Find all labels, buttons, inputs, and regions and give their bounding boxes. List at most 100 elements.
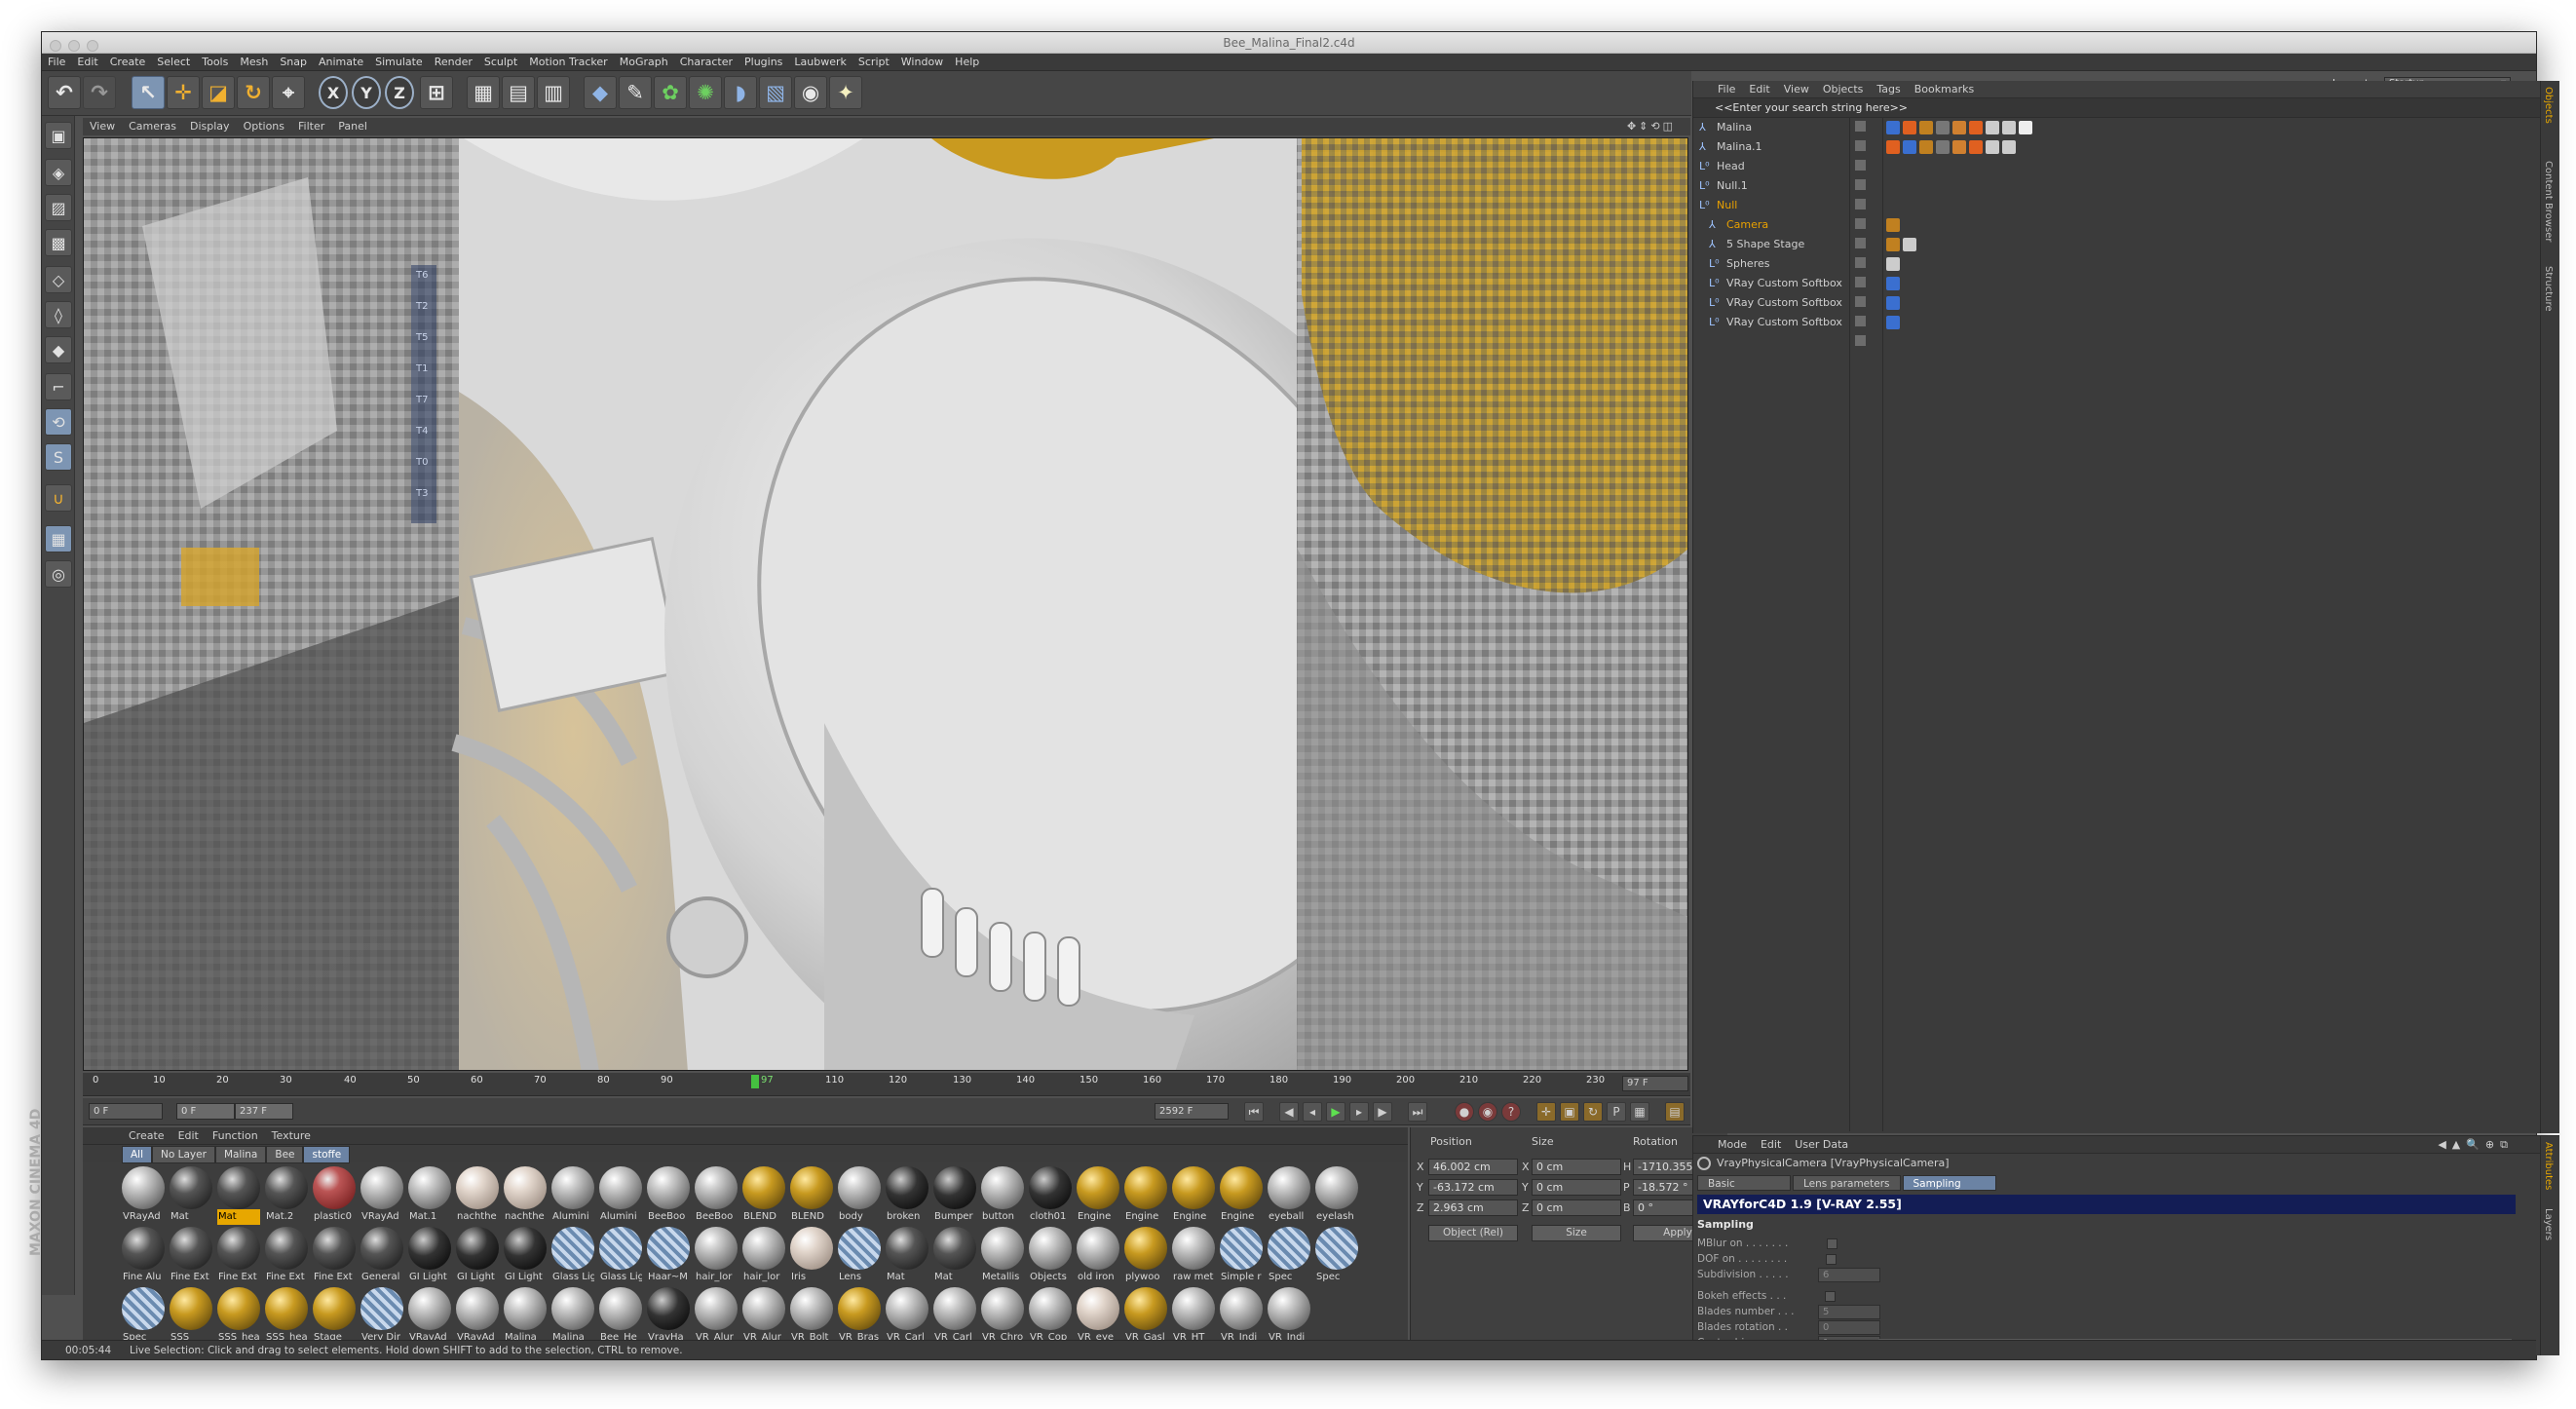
tag-icon[interactable] [1886,296,1900,310]
object-name[interactable]: Spheres [1726,254,1769,274]
object-search-input[interactable]: <<Enter your search string here>> [1693,98,2559,118]
material-swatch[interactable]: raw met [1172,1227,1215,1287]
param-value[interactable]: 6 [1818,1268,1880,1282]
next-key-icon[interactable]: ▶ [1373,1102,1392,1122]
filter-stoffe[interactable]: stoffe [303,1146,351,1163]
move-icon[interactable]: ✛ [167,76,200,109]
material-swatch[interactable]: Alumini [599,1166,642,1227]
material-swatch[interactable]: plywoo [1124,1227,1167,1287]
tab-content-browser[interactable]: Content Browser [2543,161,2554,242]
render-viewport[interactable]: T6 T2 T5 T1 T7 T4 T0 T3 [83,137,1688,1071]
coordinate-system-icon[interactable]: ⊞ [420,76,453,109]
material-swatch[interactable]: eyeball [1268,1166,1310,1227]
tag-icon[interactable] [1886,257,1900,271]
object-name[interactable]: Null [1717,196,1737,215]
material-swatch[interactable]: VR_Cop [1029,1287,1072,1348]
material-swatch[interactable]: SSS_hea [217,1287,260,1348]
rotate-icon[interactable]: ↻ [237,76,270,109]
material-swatch[interactable]: VRayAd [360,1166,403,1227]
timeline-ruler[interactable]: 0 10 20 30 40 50 60 70 80 90 110 120 130… [83,1073,1690,1096]
menu-mesh[interactable]: Mesh [234,54,274,71]
material-swatch[interactable]: SSS_hea [265,1287,308,1348]
viewport-menu-options[interactable]: Options [237,118,291,135]
tab-attributes[interactable]: Attributes [2543,1142,2554,1190]
object-flags[interactable] [1855,238,1878,268]
position-y-field[interactable]: -63.172 cm [1428,1179,1518,1196]
subdivision-icon[interactable]: ✿ [654,76,687,109]
position-x-field[interactable]: 46.002 cm [1428,1159,1518,1175]
material-swatch[interactable]: Bumper [933,1166,976,1227]
menu-simulate[interactable]: Simulate [369,54,429,71]
menu-animate[interactable]: Animate [313,54,369,71]
object-row[interactable]: L⁰ VRay Custom Softbox [1693,293,2541,326]
menu-create[interactable]: Create [104,54,152,71]
material-menu-edit[interactable]: Edit [171,1127,206,1145]
snap-icon[interactable]: S [45,443,72,471]
material-swatch[interactable]: Fine Ext [170,1227,212,1287]
filter-no-layer[interactable]: No Layer [152,1146,215,1163]
object-name[interactable]: Head [1717,157,1745,176]
start-frame-field[interactable]: 0 F [89,1103,163,1120]
menu-script[interactable]: Script [852,54,895,71]
deformer-icon[interactable]: ◗ [724,76,757,109]
material-menu-function[interactable]: Function [206,1127,265,1145]
tag-icon[interactable] [1886,140,1900,154]
tag-icon[interactable] [1986,121,1999,134]
object-row[interactable]: L⁰ Head [1693,157,2541,190]
object-flags[interactable] [1855,296,1878,326]
play-icon[interactable]: ▶ [1326,1102,1345,1122]
tweak-mode-icon[interactable]: ⟲ [45,408,72,436]
tag-icon[interactable] [1886,218,1900,232]
attribute-menu-user-data[interactable]: User Data [1788,1136,1855,1154]
object-flags[interactable] [1855,140,1878,171]
tab-layers[interactable]: Layers [2543,1208,2554,1240]
y-axis-lock-icon[interactable]: Y [352,76,381,109]
material-swatch[interactable]: nachthe [504,1166,547,1227]
attribute-nav-icons[interactable]: ◀▲🔍⊕⧉ [2431,1136,2520,1154]
render-settings-icon[interactable]: ▥ [537,76,570,109]
viewport-menu-panel[interactable]: Panel [331,118,374,135]
material-swatch[interactable]: GI Light [408,1227,451,1287]
menu-motion-tracker[interactable]: Motion Tracker [523,54,613,71]
size-x-field[interactable]: 0 cm [1532,1159,1621,1175]
visibility-icon[interactable] [1855,316,1866,326]
material-swatch[interactable]: Mat.1 [408,1166,451,1227]
visibility-icon[interactable] [1855,160,1866,171]
material-swatch[interactable]: Glass Lig [551,1227,594,1287]
viewport-menu-display[interactable]: Display [183,118,237,135]
menu-character[interactable]: Character [674,54,739,71]
scale-key-icon[interactable]: ▣ [1560,1102,1579,1122]
param-value[interactable]: 0 [1818,1320,1880,1335]
material-swatch[interactable]: VR_Chro [981,1287,1024,1348]
points-mode-icon[interactable]: ◇ [45,266,72,293]
undo-icon[interactable]: ↶ [48,76,81,109]
tag-icon[interactable] [1919,121,1933,134]
material-swatch[interactable]: General [360,1227,403,1287]
material-swatch[interactable]: VR_Bras [838,1287,881,1348]
record-icon[interactable]: ● [1455,1102,1474,1122]
material-swatch[interactable]: Fine Ext [265,1227,308,1287]
material-swatch[interactable]: VRayAd [456,1287,499,1348]
cube-icon[interactable]: ◆ [584,76,617,109]
menu-select[interactable]: Select [151,54,196,71]
material-swatch[interactable]: Engine [1124,1166,1167,1227]
material-swatch[interactable]: nachthe [456,1166,499,1227]
object-row[interactable]: ⅄ Camera [1693,215,2541,248]
viewport-menu-view[interactable]: View [83,118,122,135]
material-swatch[interactable]: BLEND [790,1166,833,1227]
material-swatch[interactable]: plastic0 [313,1166,356,1227]
material-swatch[interactable]: BLEND [742,1166,785,1227]
material-swatch[interactable]: Mat.2 [265,1166,308,1227]
material-swatch[interactable]: button [981,1166,1024,1227]
filter-all[interactable]: All [122,1146,153,1163]
material-swatch[interactable]: Fine Alu [122,1227,165,1287]
material-swatch[interactable]: VR_Bolt [790,1287,833,1348]
material-swatch[interactable]: VRayAd [122,1166,165,1227]
material-swatch[interactable]: Objects [1029,1227,1072,1287]
object-flags[interactable] [1855,121,1878,151]
menu-file[interactable]: File [42,54,71,71]
material-swatch[interactable]: VRayAd [408,1287,451,1348]
recent-tools-icon[interactable]: ⌖ [272,76,305,109]
current-frame-field[interactable]: 97 F [1622,1076,1688,1091]
render-toggle-icon[interactable] [1855,335,1866,346]
